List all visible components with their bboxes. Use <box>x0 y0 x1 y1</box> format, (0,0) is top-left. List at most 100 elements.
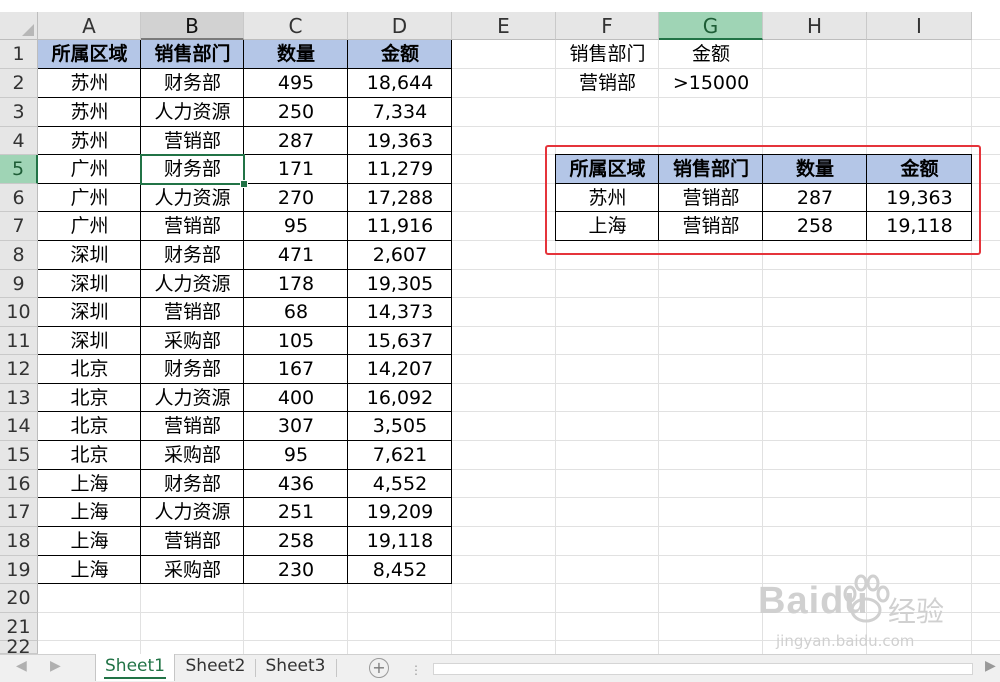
row-header-13[interactable]: 13 <box>0 384 38 412</box>
main-table-cell: 95 <box>283 215 309 237</box>
main-table-cell: 258 <box>277 530 315 552</box>
main-table-cell: 营销部 <box>163 130 221 152</box>
top-strip <box>0 0 1000 12</box>
main-table-cell: 采购部 <box>163 559 221 581</box>
criteria-value: 营销部 <box>578 72 636 94</box>
criteria-header: 金额 <box>691 43 730 65</box>
main-table-border-h <box>37 126 452 127</box>
row-header-14[interactable]: 14 <box>0 412 38 441</box>
row-header-19[interactable]: 19 <box>0 556 38 584</box>
row-header-11[interactable]: 11 <box>0 327 38 355</box>
row-header-4[interactable]: 4 <box>0 127 38 155</box>
row-header-8[interactable]: 8 <box>0 241 38 270</box>
tab-sheet3[interactable]: Sheet3 <box>256 654 335 681</box>
row-header-7[interactable]: 7 <box>0 212 38 241</box>
prev-sheet-icon[interactable]: ◀ <box>16 658 27 674</box>
result-highlight-box <box>545 145 981 255</box>
main-table-cell: 95 <box>283 444 309 466</box>
main-table-cell: 人力资源 <box>154 101 231 123</box>
column-header-e[interactable]: E <box>452 12 556 40</box>
next-sheet-icon[interactable]: ▶ <box>50 658 61 674</box>
column-header-a[interactable]: A <box>38 12 141 40</box>
main-table-cell: 3,505 <box>372 415 428 437</box>
row-header-5[interactable]: 5 <box>0 155 38 184</box>
column-header-i[interactable]: I <box>867 12 972 40</box>
row-header-16[interactable]: 16 <box>0 470 38 498</box>
main-table-cell: 68 <box>283 301 309 323</box>
select-all-icon <box>22 24 34 36</box>
main-table-border-h <box>37 469 452 470</box>
column-header-g[interactable]: G <box>659 12 763 40</box>
gridline-v <box>971 40 972 654</box>
main-table-cell: 营销部 <box>163 301 221 323</box>
main-table-cell: 深圳 <box>70 273 109 295</box>
horizontal-scrollbar[interactable] <box>433 663 973 675</box>
row-header-15[interactable]: 15 <box>0 441 38 470</box>
main-table-cell: 287 <box>277 130 315 152</box>
main-table-cell: 深圳 <box>70 330 109 352</box>
tab-sheet2[interactable]: Sheet2 <box>176 654 255 681</box>
spreadsheet-grid[interactable]: 所属区域 销售部门 数量 金额 苏州 财务部 495 18,644 苏州 人力资源 250 7,334… <box>0 0 1000 654</box>
main-table-cell: 11,916 <box>366 215 434 237</box>
main-table-cell: 上海 <box>70 473 109 495</box>
main-table-border-h <box>37 269 452 270</box>
main-table-header: 金额 <box>380 43 419 65</box>
main-table-border-h <box>37 240 452 241</box>
main-table-cell: 250 <box>277 101 315 123</box>
main-table-border-v <box>140 39 141 584</box>
row-header-1[interactable]: 1 <box>0 40 38 69</box>
column-header-b[interactable]: B <box>141 12 244 40</box>
main-table-cell: 财务部 <box>163 72 221 94</box>
column-header-h[interactable]: H <box>763 12 867 40</box>
main-table-border-v <box>243 39 244 584</box>
main-table-cell: 15,637 <box>366 330 434 352</box>
tab-sheet1[interactable]: Sheet1 <box>95 654 175 681</box>
row-header-22[interactable]: 22 <box>0 638 38 654</box>
column-header-c[interactable]: C <box>244 12 348 40</box>
main-table-cell: 17,288 <box>366 187 434 209</box>
main-table-cell: 财务部 <box>163 358 221 380</box>
main-table-border-h <box>37 383 452 384</box>
main-table-cell: 财务部 <box>163 473 221 495</box>
main-table-cell: 人力资源 <box>154 187 231 209</box>
main-table-cell: 167 <box>277 358 315 380</box>
main-table-cell: 采购部 <box>163 330 221 352</box>
main-table-cell: 人力资源 <box>154 387 231 409</box>
row-header-3[interactable]: 3 <box>0 98 38 127</box>
main-table-cell: 495 <box>277 72 315 94</box>
gridline-v <box>555 40 556 654</box>
watermark-url: jingyan.baidu.com <box>776 632 915 650</box>
main-table-cell: 采购部 <box>163 444 221 466</box>
row-header-20[interactable]: 20 <box>0 584 38 613</box>
row-header-6[interactable]: 6 <box>0 184 38 212</box>
tab-separator <box>336 659 337 677</box>
row-header-10[interactable]: 10 <box>0 298 38 327</box>
main-table-cell: 7,621 <box>372 444 428 466</box>
row-header-2[interactable]: 2 <box>0 69 38 98</box>
column-header-f[interactable]: F <box>556 12 659 40</box>
main-table-cell: 北京 <box>70 358 109 380</box>
gridline-v <box>866 40 867 654</box>
scroll-right-icon[interactable]: ▶ <box>985 658 996 674</box>
row-header-18[interactable]: 18 <box>0 527 38 556</box>
column-header-d[interactable]: D <box>348 12 452 40</box>
main-table-cell: 270 <box>277 187 315 209</box>
row-header-9[interactable]: 9 <box>0 270 38 298</box>
main-table-cell: 7,334 <box>372 101 428 123</box>
main-table-header: 销售部门 <box>154 43 231 65</box>
main-table-border-h <box>37 326 452 327</box>
select-all-corner[interactable] <box>0 12 38 40</box>
main-table-border-h <box>37 526 452 527</box>
main-table-cell: 深圳 <box>70 244 109 266</box>
add-sheet-button[interactable]: + <box>369 658 389 678</box>
criteria-value: >15000 <box>672 72 750 94</box>
fill-handle[interactable] <box>240 180 248 188</box>
row-header-17[interactable]: 17 <box>0 498 38 527</box>
watermark-cn: 经验 <box>888 595 945 628</box>
row-header-12[interactable]: 12 <box>0 355 38 384</box>
main-table-cell: 上海 <box>70 530 109 552</box>
tab-splitter-icon[interactable]: ⋮ <box>410 663 423 677</box>
main-table-border-h <box>37 354 452 355</box>
main-table-cell: 19,305 <box>366 273 434 295</box>
main-table-cell: 人力资源 <box>154 501 231 523</box>
